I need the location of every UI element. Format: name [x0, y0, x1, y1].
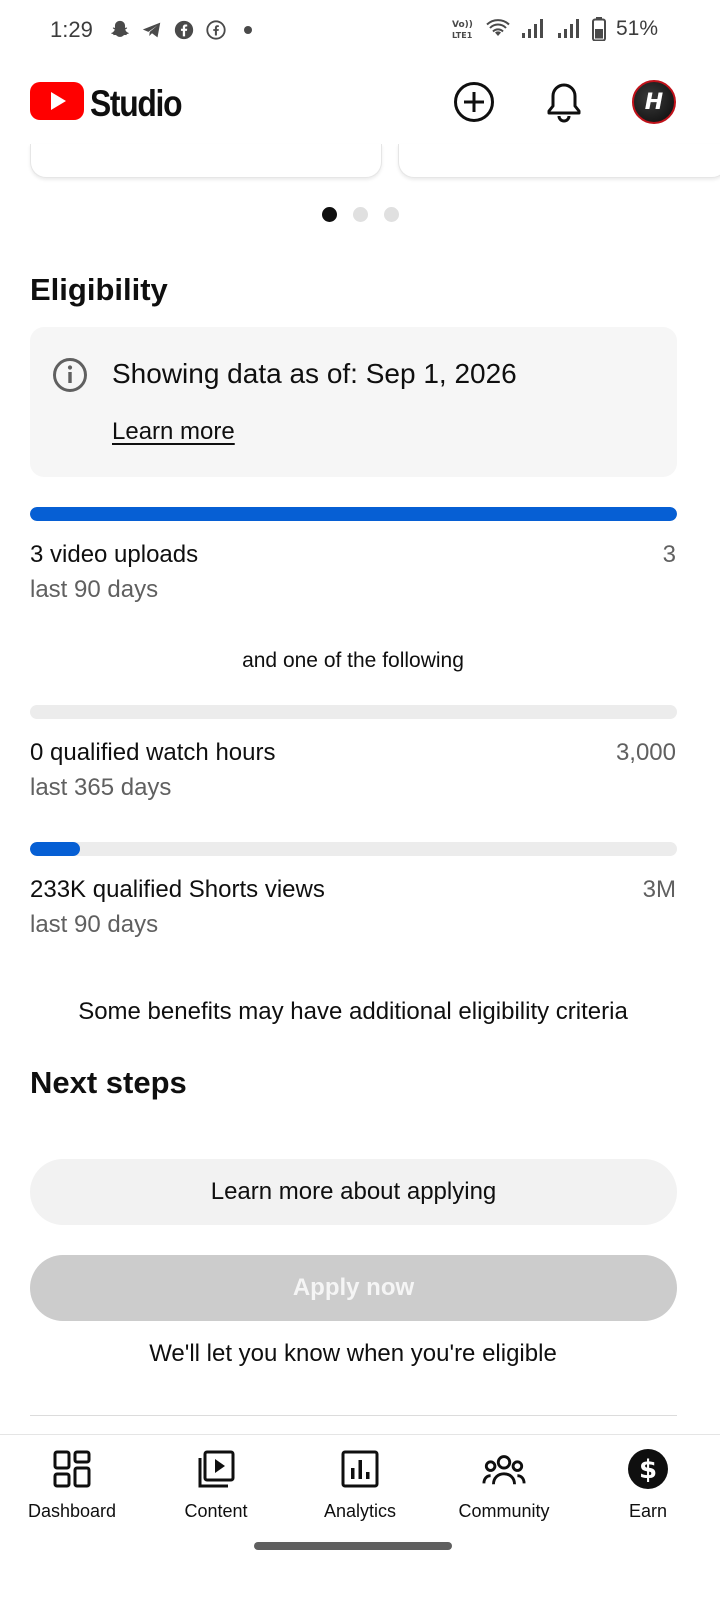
uploads-progress-bar: [30, 507, 677, 521]
status-time: 1:29: [50, 17, 93, 42]
page-dot-active: [321, 207, 337, 222]
nav-label: Dashboard: [27, 1501, 117, 1521]
requirement-target: 3: [662, 541, 676, 568]
nav-item-community[interactable]: Community: [432, 1435, 576, 1540]
eligibility-notification-text: We'll let you know when you're eligible: [149, 1340, 557, 1367]
requirement-period: last 90 days: [30, 576, 159, 603]
nav-label: Analytics: [323, 1501, 397, 1521]
info-icon: [53, 358, 87, 392]
data-date-text: Showing data as of: Sep 1, 2026: [112, 358, 517, 389]
apply-now-button[interactable]: Apply now: [30, 1255, 677, 1321]
app-bar: Studio H: [0, 62, 720, 144]
progress-fill: [30, 507, 677, 521]
telegram-icon: [140, 18, 164, 42]
status-bar: 1:29 Vo)) LTE1 51%: [0, 0, 720, 62]
carousel-card[interactable]: [398, 144, 720, 178]
nav-item-dashboard[interactable]: Dashboard: [0, 1435, 144, 1540]
account-avatar[interactable]: H: [632, 80, 676, 124]
create-button[interactable]: [452, 80, 496, 124]
requirement-period: last 90 days: [30, 911, 159, 938]
learn-more-about-applying-button[interactable]: Learn more about applying: [30, 1159, 677, 1225]
battery-icon: [591, 17, 606, 41]
data-date-info-box: Showing data as of: Sep 1, 2026 Learn mo…: [30, 327, 677, 477]
analytics-icon: [341, 1450, 379, 1488]
requirement-label: 233K qualified Shorts views: [30, 876, 325, 903]
next-steps-title: Next steps: [30, 1065, 187, 1100]
requirement-label: 0 qualified watch hours: [30, 739, 276, 766]
notifications-button[interactable]: [542, 80, 586, 124]
nav-label: Content: [184, 1501, 248, 1521]
separator-text: and one of the following: [242, 649, 464, 672]
shorts-views-progress-bar: [30, 842, 677, 856]
progress-fill: [30, 842, 81, 856]
app-title: Studio: [90, 82, 183, 124]
snapchat-icon: [108, 18, 132, 42]
add-circle-icon: [454, 82, 494, 122]
dashboard-icon: [53, 1450, 91, 1488]
facebook-icon: [172, 18, 196, 42]
wifi-icon: [486, 18, 510, 40]
requirement-target: 3M: [642, 876, 676, 903]
learn-more-link[interactable]: Learn more: [112, 418, 235, 446]
svg-text:LTE1: LTE1: [452, 31, 473, 40]
avatar-monogram-icon: H: [644, 89, 664, 115]
youtube-studio-logo[interactable]: Studio: [30, 82, 196, 125]
bottom-navigation: Dashboard Content Analytics Community $ …: [0, 1434, 720, 1540]
home-gesture-bar[interactable]: [254, 1542, 452, 1550]
eligibility-title: Eligibility: [30, 272, 168, 307]
svg-text:$: $: [639, 1455, 657, 1485]
page-dot: [383, 207, 399, 222]
nav-label: Community: [458, 1501, 550, 1521]
bell-icon: [547, 83, 581, 123]
signal-1-icon: [520, 18, 546, 40]
svg-text:Vo)): Vo)): [452, 20, 473, 30]
carousel-card[interactable]: [30, 144, 382, 178]
earn-icon: $: [628, 1449, 668, 1489]
volte-icon: Vo)) LTE1: [450, 16, 476, 42]
battery-percent: 51%: [615, 17, 658, 40]
requirement-period: last 365 days: [30, 774, 172, 801]
youtube-play-icon: [30, 82, 84, 125]
divider: [30, 1415, 677, 1416]
requirement-target: 3,000: [615, 739, 676, 766]
community-icon: [482, 1455, 526, 1485]
notification-icons: [108, 18, 260, 42]
dot-icon: [236, 18, 260, 42]
watch-hours-progress-bar: [30, 705, 677, 719]
nav-item-content[interactable]: Content: [144, 1435, 288, 1540]
nav-item-analytics[interactable]: Analytics: [288, 1435, 432, 1540]
signal-2-icon: [556, 18, 582, 40]
requirement-label: 3 video uploads: [30, 541, 199, 568]
eligibility-note: Some benefits may have additional eligib…: [78, 998, 628, 1025]
facebook-outline-icon: [204, 18, 228, 42]
nav-label: Earn: [628, 1501, 668, 1521]
overview-carousel[interactable]: [0, 144, 720, 184]
nav-item-earn[interactable]: $ Earn: [576, 1435, 720, 1540]
page-dot: [352, 207, 368, 222]
system-status-icons: Vo)) LTE1 51%: [450, 16, 658, 42]
content-icon: [198, 1450, 235, 1488]
carousel-page-indicator: [0, 207, 720, 222]
